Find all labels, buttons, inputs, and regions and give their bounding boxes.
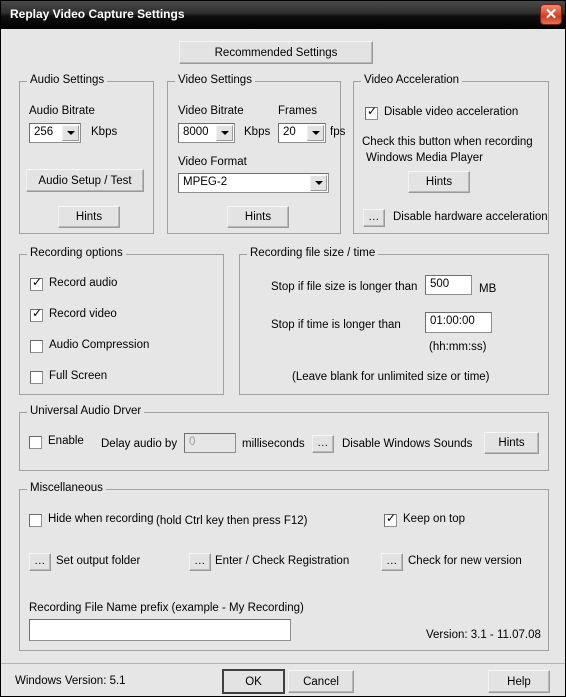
- delay-audio-label: Delay audio by: [101, 438, 178, 450]
- ok-button[interactable]: OK: [222, 669, 285, 694]
- video-format-value: MPEG-2: [183, 176, 228, 188]
- app-version-label: Version: 3.1 - 11.07.08: [426, 629, 541, 641]
- blank-unlimited-hint: (Leave blank for unlimited size or time): [292, 371, 490, 383]
- check-icon: ✓: [367, 104, 378, 118]
- video-bitrate-select[interactable]: 8000: [178, 123, 235, 143]
- record-video-label: Record video: [49, 308, 117, 320]
- record-audio-label: Record audio: [49, 277, 118, 289]
- video-format-select[interactable]: MPEG-2: [178, 173, 329, 193]
- audio-bitrate-unit: Kbps: [91, 126, 118, 138]
- chevron-down-icon[interactable]: [62, 125, 79, 141]
- full-screen-label: Full Screen: [49, 370, 108, 382]
- miscellaneous-group-label: Miscellaneous: [27, 482, 106, 494]
- universal-audio-driver-group-label: Universal Audio Drver: [27, 405, 145, 417]
- video-bitrate-label: Video Bitrate: [178, 105, 244, 117]
- frames-label: Frames: [278, 105, 317, 117]
- video-hints-button[interactable]: Hints: [227, 206, 289, 228]
- cancel-button[interactable]: Cancel: [288, 670, 354, 693]
- title-bar: Replay Video Capture Settings ✕: [1, 1, 565, 29]
- recording-options-group-label: Recording options: [27, 247, 126, 259]
- acceleration-help-line2: Windows Media Player: [366, 152, 483, 164]
- audio-bitrate-value: 256: [34, 126, 54, 138]
- video-format-label: Video Format: [178, 156, 247, 168]
- audio-compression-label: Audio Compression: [49, 339, 150, 351]
- time-format-hint: (hh:mm:ss): [429, 341, 487, 353]
- audio-settings-group-label: Audio Settings: [27, 74, 108, 86]
- help-button[interactable]: Help: [488, 670, 550, 693]
- check-new-version-label: Check for new version: [408, 555, 522, 567]
- chevron-down-icon[interactable]: [216, 125, 233, 141]
- acceleration-hints-button[interactable]: Hints: [408, 171, 470, 193]
- recording-filesize-group-label: Recording file size / time: [247, 247, 379, 259]
- stop-time-label: Stop if time is longer than: [271, 319, 401, 331]
- filename-prefix-label: Recording File Name prefix (example - My…: [29, 602, 304, 614]
- filename-prefix-input[interactable]: [29, 619, 291, 641]
- uad-enable-label: Enable: [48, 435, 84, 447]
- frames-unit: fps: [330, 126, 346, 138]
- audio-hints-button[interactable]: Hints: [58, 206, 120, 228]
- checkbox-box: [30, 371, 43, 384]
- audio-setup-test-button[interactable]: Audio Setup / Test: [26, 169, 144, 192]
- delay-audio-unit: milliseconds: [242, 438, 305, 450]
- settings-dialog-window: Replay Video Capture Settings ✕ Recommen…: [0, 0, 566, 697]
- check-icon: ✓: [386, 511, 397, 525]
- stop-filesize-input[interactable]: 500: [425, 275, 472, 295]
- dialog-footer: Windows Version: 5.1 OK Cancel Help: [1, 663, 565, 696]
- acceleration-help-line1: Check this button when recording: [362, 136, 533, 148]
- stop-time-input[interactable]: 01:00:00: [425, 312, 492, 333]
- checkbox-box: ✓: [30, 275, 43, 291]
- checkbox-box: [29, 436, 42, 449]
- check-new-version-dots-button[interactable]: ...: [381, 553, 403, 571]
- video-acceleration-group-label: Video Acceleration: [361, 74, 463, 86]
- check-icon: ✓: [32, 275, 43, 289]
- frames-value: 20: [283, 126, 296, 138]
- filesize-unit-label: MB: [479, 283, 497, 295]
- recommended-settings-button[interactable]: Recommended Settings: [179, 41, 373, 64]
- chevron-down-icon[interactable]: [310, 175, 327, 191]
- audio-bitrate-select[interactable]: 256: [29, 123, 81, 143]
- close-button[interactable]: ✕: [540, 4, 562, 25]
- disable-video-acceleration-label: Disable video acceleration: [384, 106, 519, 118]
- hide-when-recording-label: Hide when recording: [48, 513, 154, 525]
- delay-audio-input[interactable]: 0: [184, 433, 236, 453]
- audio-bitrate-label: Audio Bitrate: [29, 105, 95, 117]
- registration-label: Enter / Check Registration: [215, 555, 350, 567]
- check-icon: ✓: [32, 306, 43, 320]
- uad-hints-button[interactable]: Hints: [484, 432, 539, 454]
- disable-windows-sounds-label: Disable Windows Sounds: [342, 438, 473, 450]
- checkbox-box: ✓: [384, 511, 397, 527]
- close-icon: ✕: [544, 6, 558, 23]
- disable-hardware-acceleration-dots-button[interactable]: ...: [363, 209, 385, 227]
- checkbox-box: ✓: [30, 306, 43, 322]
- disable-windows-sounds-dots-button[interactable]: ...: [312, 435, 334, 453]
- chevron-down-icon[interactable]: [307, 125, 324, 141]
- disable-hardware-acceleration-label: Disable hardware acceleration: [393, 211, 548, 223]
- video-bitrate-value: 8000: [183, 126, 209, 138]
- set-output-folder-label: Set output folder: [56, 555, 141, 567]
- windows-version-label: Windows Version: 5.1: [15, 675, 126, 687]
- video-settings-group-label: Video Settings: [175, 74, 255, 86]
- checkbox-box: ✓: [365, 104, 378, 120]
- checkbox-box: [29, 514, 42, 527]
- video-bitrate-unit: Kbps: [244, 126, 271, 138]
- set-output-folder-dots-button[interactable]: ...: [29, 553, 51, 571]
- frames-select[interactable]: 20: [278, 123, 326, 143]
- stop-filesize-label: Stop if file size is longer than: [271, 281, 418, 293]
- checkbox-box: [30, 340, 43, 353]
- registration-dots-button[interactable]: ...: [189, 553, 211, 571]
- window-title: Replay Video Capture Settings: [10, 7, 185, 21]
- hotkey-hint-label: (hold Ctrl key then press F12): [156, 515, 308, 527]
- keep-on-top-label: Keep on top: [403, 513, 466, 525]
